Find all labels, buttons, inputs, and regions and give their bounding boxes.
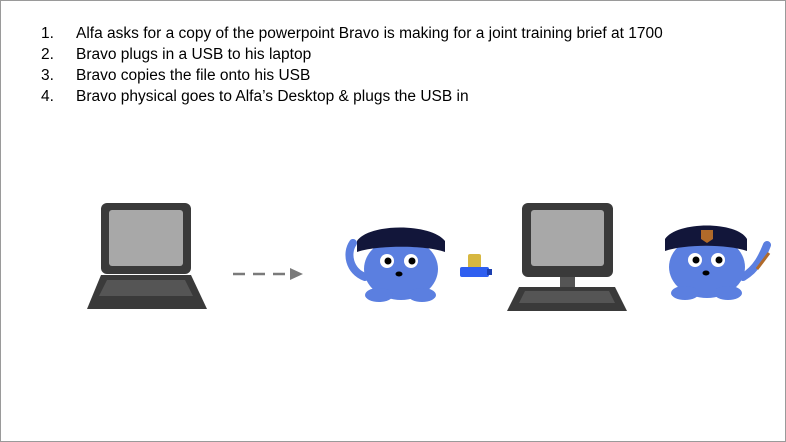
bravo-creature-icon xyxy=(345,227,445,302)
alfa-creature-icon xyxy=(665,225,771,300)
desktop-computer-icon xyxy=(507,203,627,311)
usb-drive-icon xyxy=(460,254,492,277)
laptop-icon xyxy=(87,203,207,309)
diagram-scene xyxy=(87,203,771,311)
slide: 1. Alfa asks for a copy of the powerpoint… xyxy=(0,0,786,442)
arrow-icon xyxy=(233,268,303,280)
